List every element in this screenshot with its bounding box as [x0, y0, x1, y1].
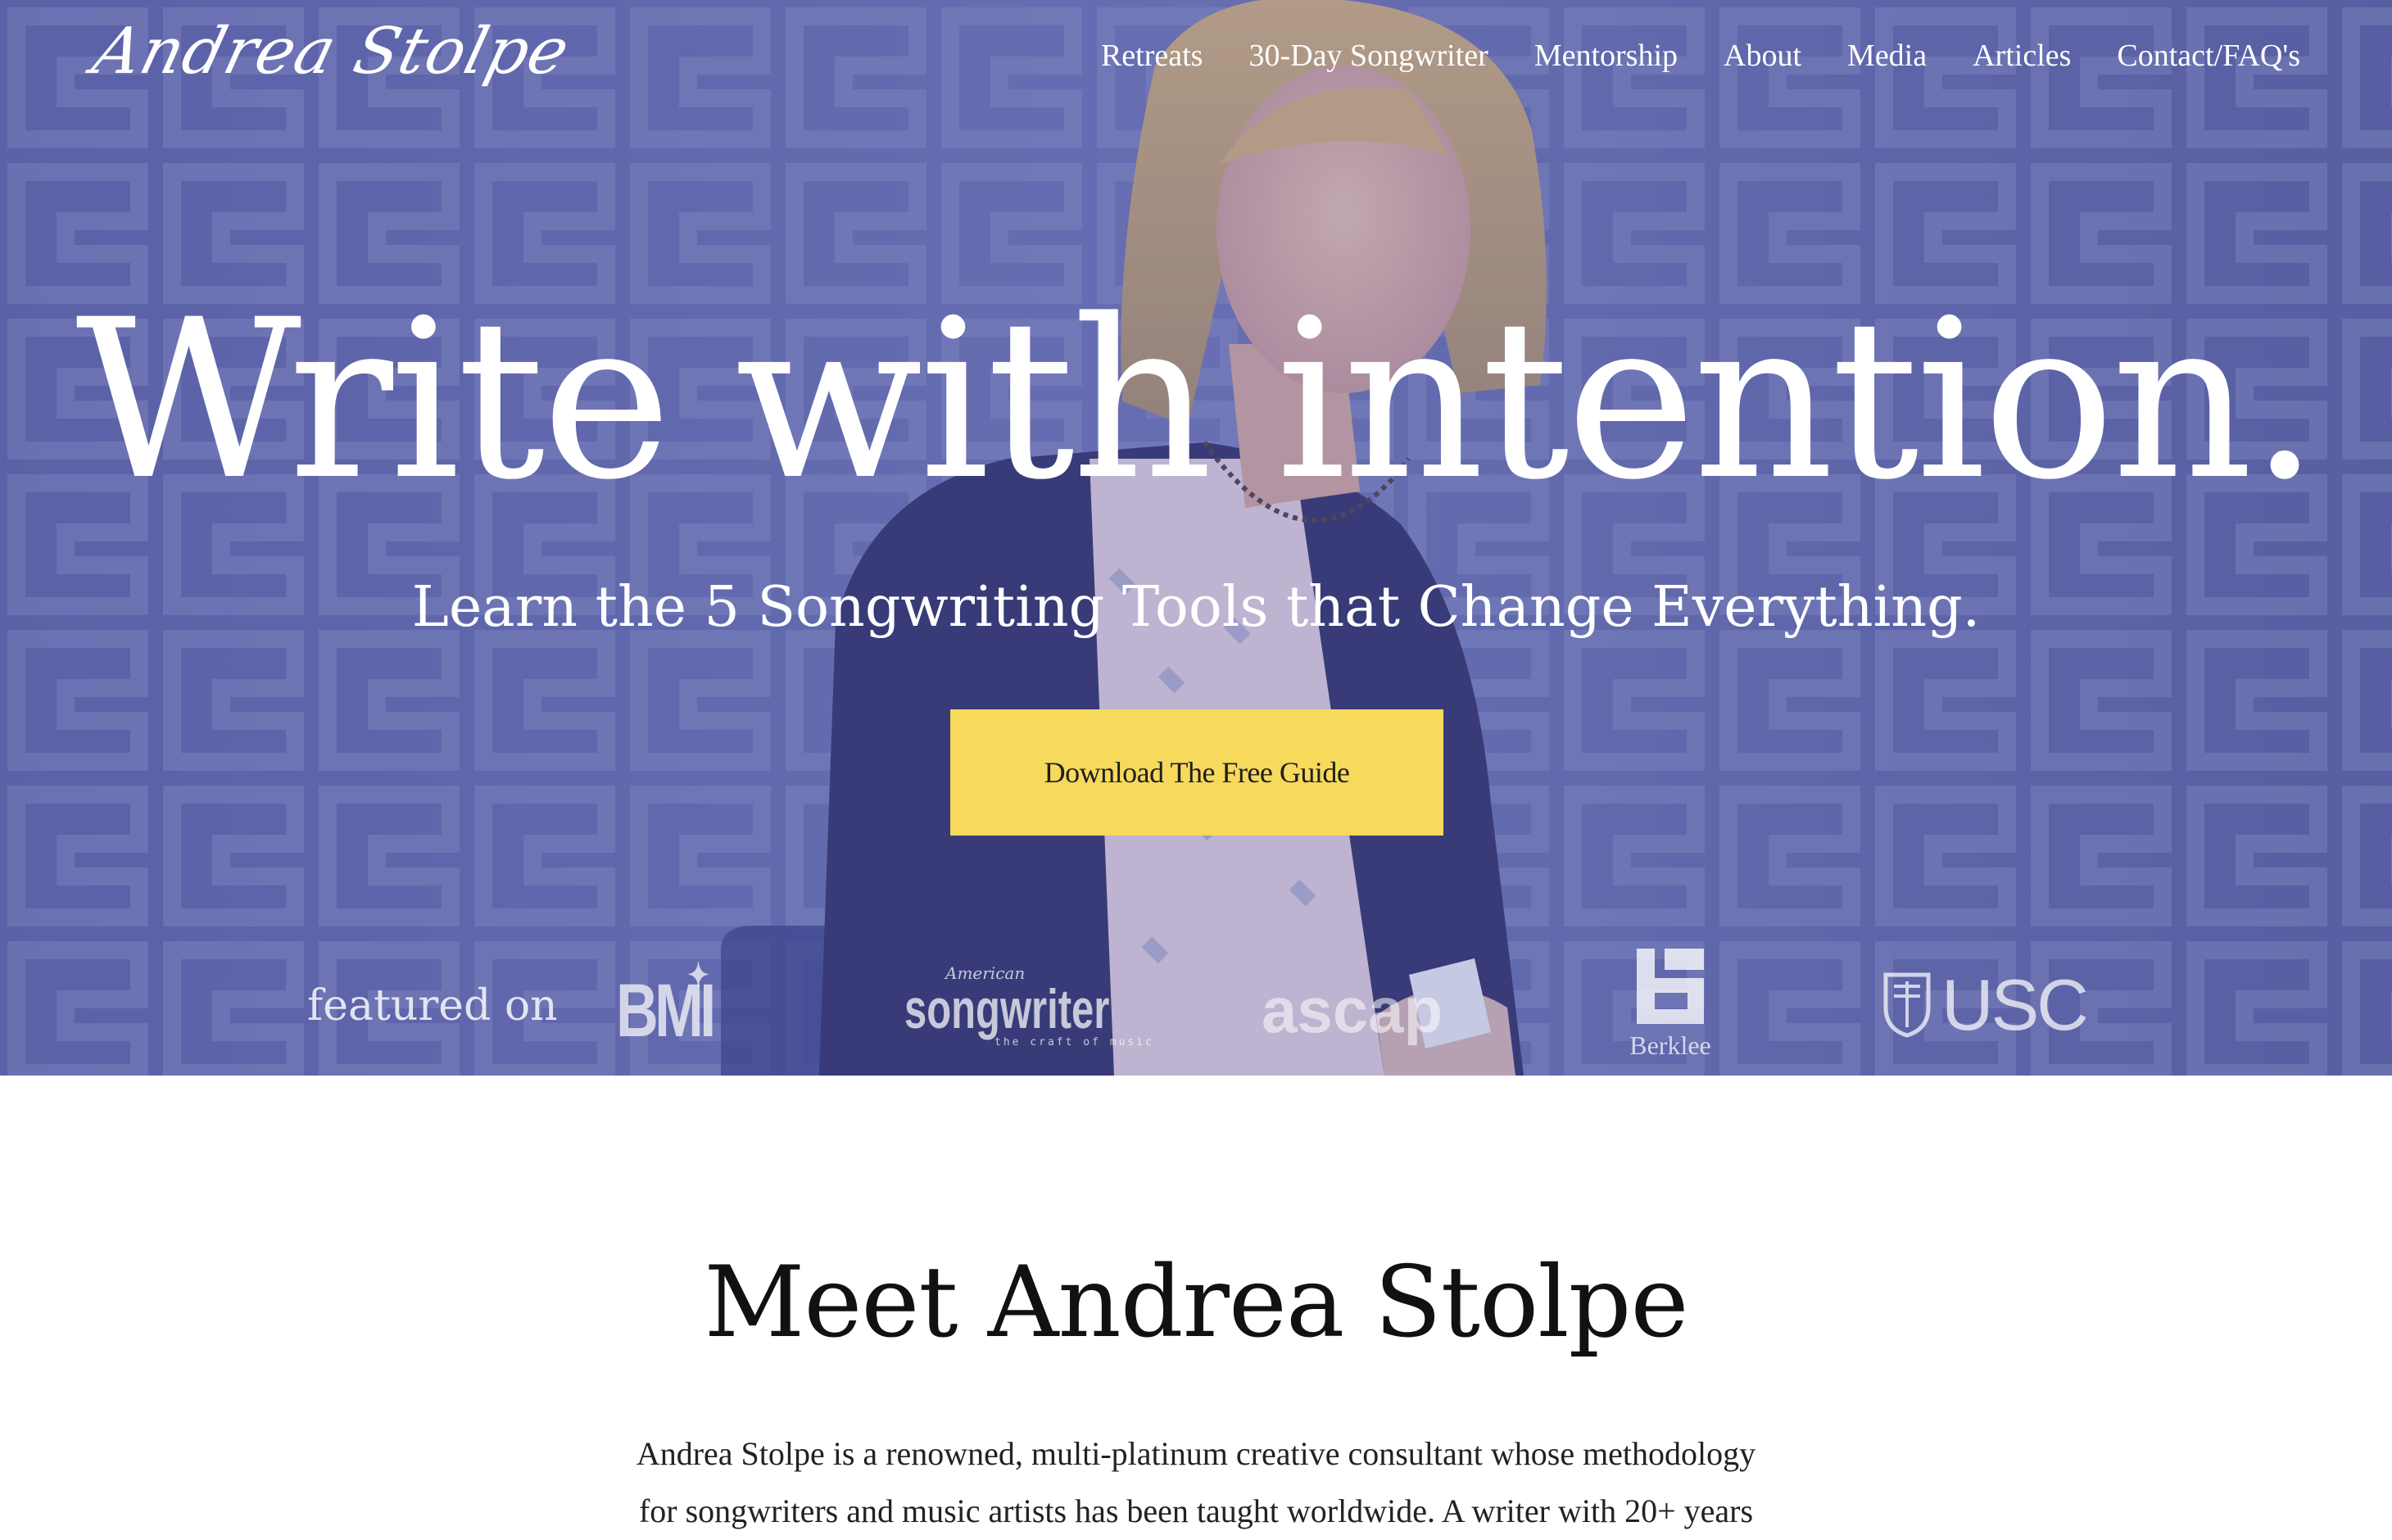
- songwriter-logo-big: songwriter: [904, 978, 1110, 1040]
- nav-item-about[interactable]: About: [1724, 38, 1801, 74]
- nav-item-media[interactable]: Media: [1847, 38, 1927, 74]
- nav-item-articles[interactable]: Articles: [1973, 38, 2071, 74]
- hero-background-image: [0, 0, 2392, 1076]
- about-body: Andrea Stolpe is a renowned, multi-plati…: [636, 1435, 1756, 1529]
- berklee-mark-icon: [1637, 949, 1704, 1024]
- nav-item-mentorship[interactable]: Mentorship: [1534, 38, 1678, 74]
- site-header: Andrea Stolpe Retreats 30-Day Songwriter…: [0, 0, 2392, 123]
- main-nav: Retreats 30-Day Songwriter Mentorship Ab…: [1101, 38, 2300, 74]
- about-section: Meet Andrea Stolpe Andrea Stolpe is a re…: [0, 1076, 2392, 1533]
- featured-on-bar: featured on BMI ✦ American songwriter th…: [0, 934, 2392, 1073]
- bmi-logo: BMI ✦: [616, 958, 716, 1054]
- ascap-logo: ascap: [1262, 973, 1443, 1048]
- shield-icon: [1883, 972, 1931, 1038]
- hero-subheadline: Learn the 5 Songwriting Tools that Chang…: [411, 575, 1981, 640]
- nav-item-retreats[interactable]: Retreats: [1101, 38, 1203, 74]
- berklee-logo: Berklee: [1625, 945, 1715, 1061]
- star-icon: ✦: [687, 958, 709, 994]
- usc-logo: USC: [1882, 963, 2089, 1047]
- ascap-logo-text: ascap: [1262, 974, 1443, 1046]
- nav-item-30-day-songwriter[interactable]: 30-Day Songwriter: [1248, 38, 1488, 74]
- american-songwriter-logo: American songwriter the craft of music: [904, 965, 1189, 1048]
- hero-headline: Write with intention.: [75, 273, 2319, 528]
- site-logo[interactable]: Andrea Stolpe: [86, 15, 577, 88]
- about-title: Meet Andrea Stolpe: [704, 1246, 1689, 1360]
- download-guide-button[interactable]: Download The Free Guide: [950, 709, 1443, 836]
- nav-item-contact-faq[interactable]: Contact/FAQ's: [2117, 38, 2300, 74]
- usc-logo-text: USC: [1941, 964, 2089, 1045]
- hero-section: Andrea Stolpe Retreats 30-Day Songwriter…: [0, 0, 2392, 1076]
- featured-on-label: featured on: [307, 981, 558, 1030]
- berklee-logo-text: Berklee: [1629, 1030, 1711, 1060]
